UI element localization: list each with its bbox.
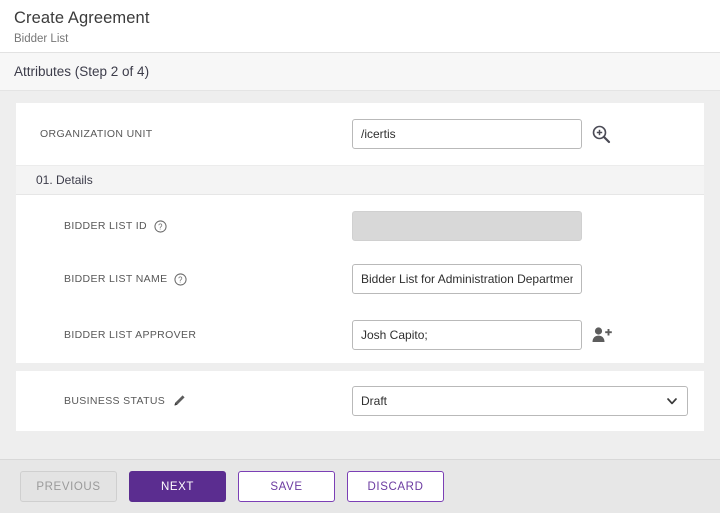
details-section-title: 01. Details	[36, 173, 93, 187]
business-status-label: BUSINESS STATUS	[40, 394, 352, 408]
business-status-select[interactable]: Draft	[352, 386, 688, 416]
magnifier-plus-icon[interactable]	[591, 124, 611, 144]
bidder-list-name-label: BIDDER LIST NAME ?	[40, 272, 352, 286]
action-footer: PREVIOUS NEXT SAVE DISCARD	[0, 459, 720, 513]
bidder-list-approver-control	[352, 320, 613, 350]
bidder-list-approver-label-text: BIDDER LIST APPROVER	[64, 329, 197, 341]
organization-unit-row: ORGANIZATION UNIT	[16, 103, 704, 165]
bidder-list-name-input[interactable]	[352, 264, 582, 294]
create-agreement-page: Create Agreement Bidder List Attributes …	[0, 0, 720, 513]
organization-unit-control	[352, 119, 611, 149]
bidder-list-id-label: BIDDER LIST ID ?	[40, 219, 352, 233]
page-title: Create Agreement	[14, 9, 150, 27]
step-title: Attributes (Step 2 of 4)	[14, 64, 150, 79]
bidder-list-approver-label: BIDDER LIST APPROVER	[40, 329, 352, 341]
section-divider	[16, 363, 704, 371]
step-header: Attributes (Step 2 of 4)	[0, 53, 720, 91]
attributes-card: ORGANIZATION UNIT 01. Details	[16, 103, 704, 363]
bidder-list-approver-row: BIDDER LIST APPROVER	[16, 307, 704, 363]
bidder-list-name-label-text: BIDDER LIST NAME	[64, 273, 168, 285]
svg-text:?: ?	[179, 275, 184, 284]
business-status-label-text: BUSINESS STATUS	[64, 395, 166, 407]
business-status-card: BUSINESS STATUS Draft	[16, 371, 704, 431]
bidder-list-id-input	[352, 211, 582, 241]
page-header: Create Agreement Bidder List	[0, 0, 720, 53]
svg-text:?: ?	[158, 222, 163, 231]
person-add-icon[interactable]	[591, 325, 613, 345]
help-circle-icon[interactable]: ?	[154, 219, 167, 233]
bidder-list-name-control	[352, 264, 582, 294]
organization-unit-label: ORGANIZATION UNIT	[40, 128, 153, 140]
details-section-header: 01. Details	[16, 165, 704, 195]
form-body: ORGANIZATION UNIT 01. Details	[0, 91, 720, 459]
pencil-icon[interactable]	[172, 394, 186, 408]
save-button[interactable]: SAVE	[238, 471, 335, 502]
previous-button[interactable]: PREVIOUS	[20, 471, 117, 502]
chevron-down-icon[interactable]	[665, 394, 679, 408]
bidder-list-name-row: BIDDER LIST NAME ?	[16, 251, 704, 307]
help-circle-icon[interactable]: ?	[174, 272, 188, 286]
bidder-list-approver-input[interactable]	[352, 320, 582, 350]
organization-unit-input[interactable]	[352, 119, 582, 149]
bidder-list-id-row: BIDDER LIST ID ?	[16, 195, 704, 251]
bidder-list-id-control	[352, 211, 582, 241]
bidder-list-id-label-text: BIDDER LIST ID	[64, 220, 147, 232]
next-button[interactable]: NEXT	[129, 471, 226, 502]
business-status-control: Draft	[352, 386, 688, 416]
business-status-row: BUSINESS STATUS Draft	[16, 371, 704, 431]
page-subtitle: Bidder List	[14, 33, 69, 45]
discard-button[interactable]: DISCARD	[347, 471, 444, 502]
business-status-value: Draft	[361, 394, 388, 408]
